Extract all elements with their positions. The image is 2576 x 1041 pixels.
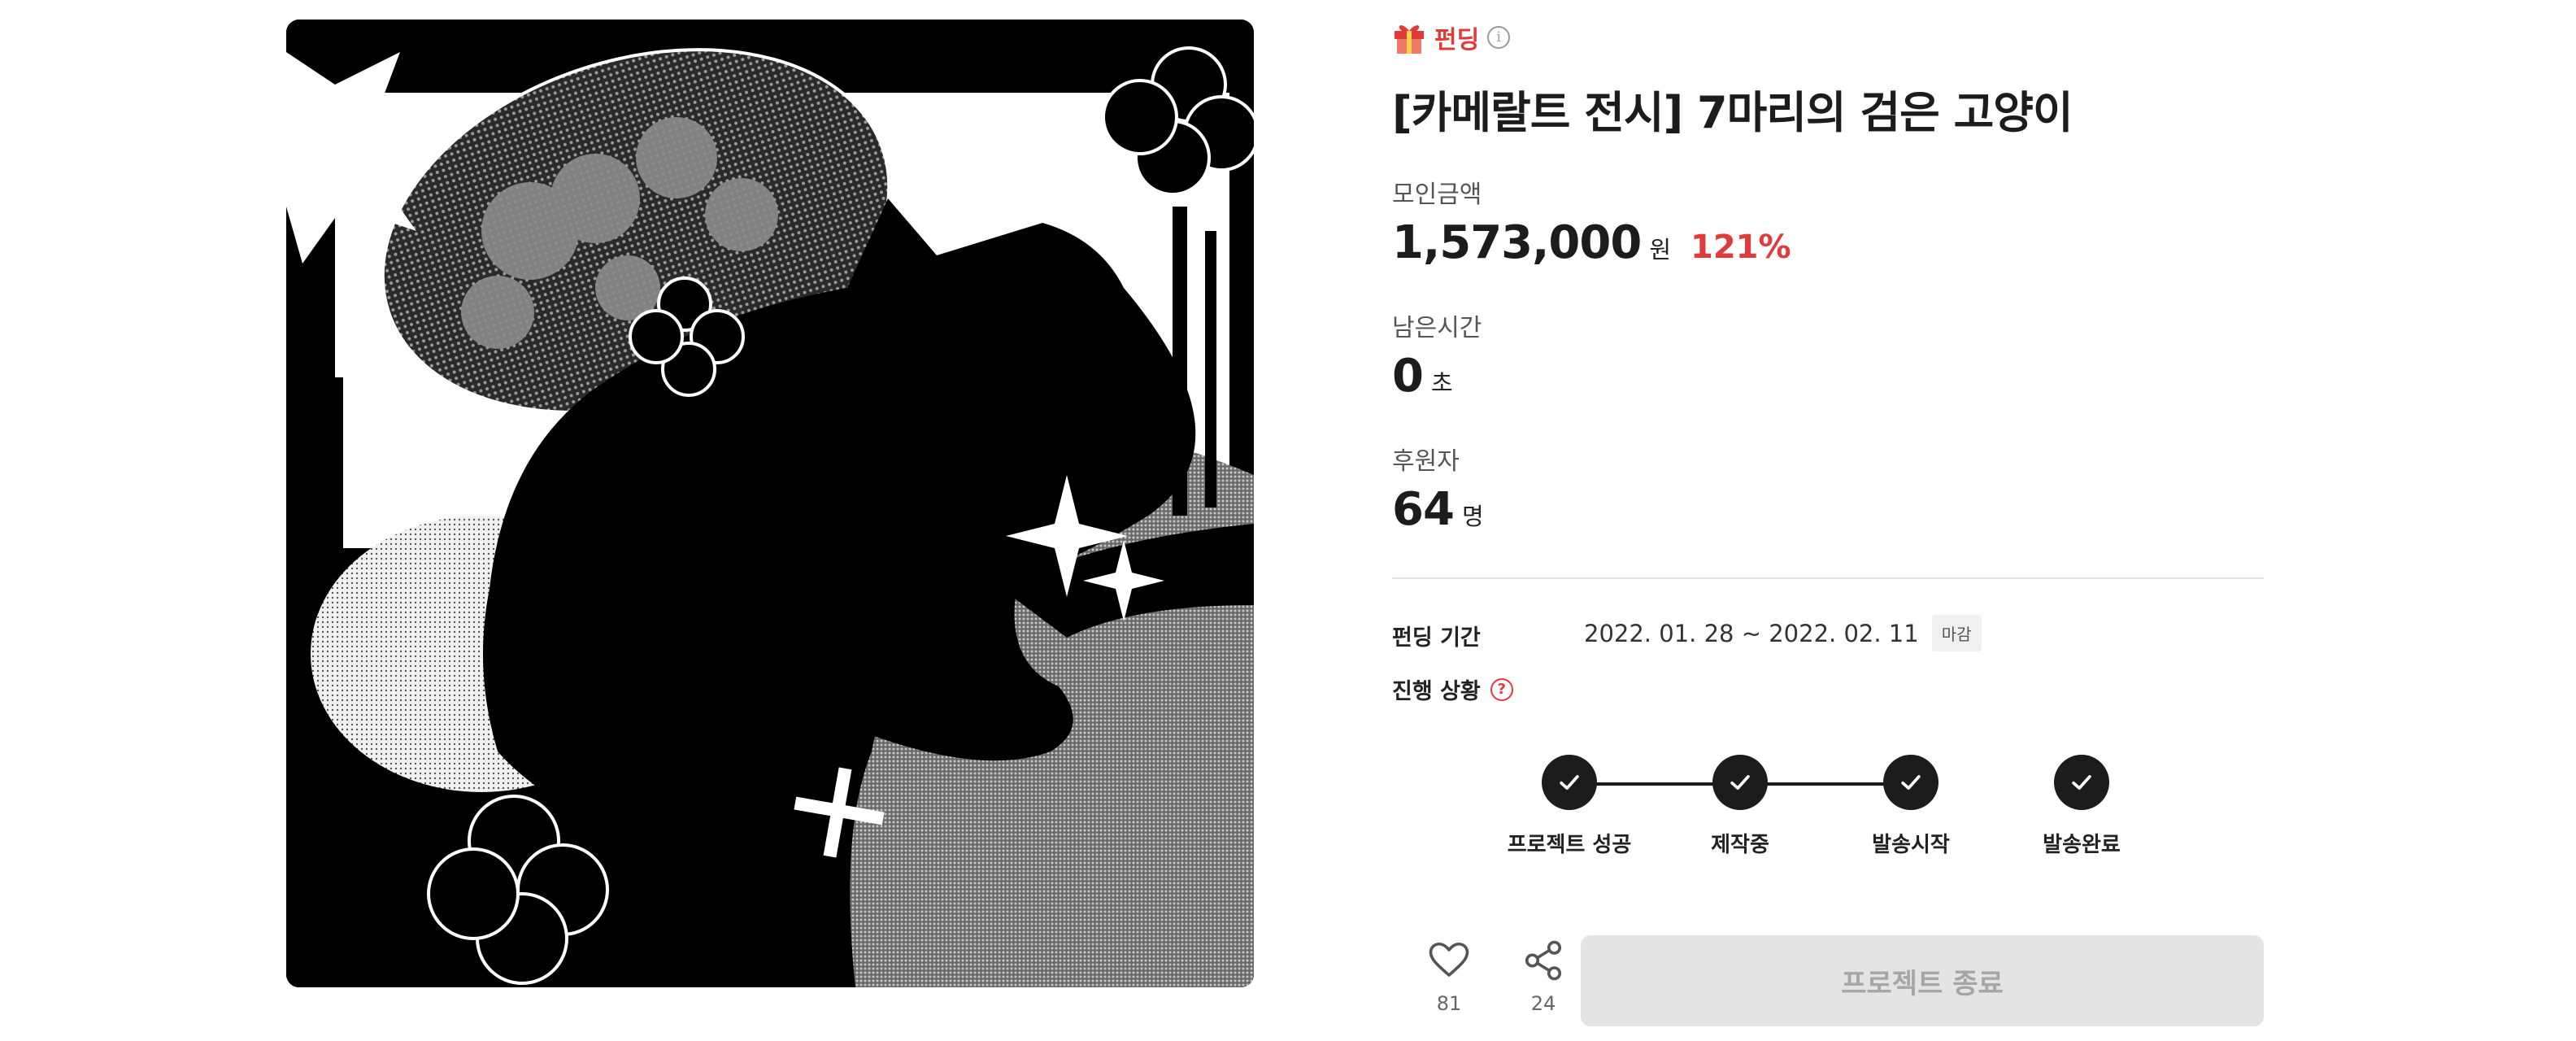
backers-value: 64 bbox=[1392, 483, 1455, 536]
check-icon bbox=[1712, 755, 1768, 810]
step-label: 발송시작 bbox=[1872, 833, 1950, 857]
status-label: 진행 상황 bbox=[1392, 679, 1481, 704]
amount-label: 모인금액 bbox=[1392, 181, 1482, 209]
backers-unit: 명 bbox=[1461, 503, 1484, 530]
amount-unit: 원 bbox=[1649, 236, 1671, 264]
gift-icon bbox=[1395, 25, 1424, 54]
check-icon bbox=[2054, 755, 2109, 810]
check-icon bbox=[1542, 755, 1597, 810]
time-value-row: 0 초 bbox=[1392, 350, 1453, 403]
period-status-badge: 마감 bbox=[1931, 615, 1982, 651]
heart-icon bbox=[1429, 942, 1469, 977]
period-label: 펀딩 기간 bbox=[1392, 625, 1481, 651]
amount-value: 1,573,000 bbox=[1392, 216, 1642, 269]
period-row: 2022. 01. 28 ~ 2022. 02. 11 마감 bbox=[1584, 615, 1982, 651]
info-icon[interactable]: i bbox=[1487, 26, 1511, 49]
divider bbox=[1392, 577, 2264, 579]
project-category: 펀딩 i bbox=[1392, 18, 1511, 57]
backers-label: 후원자 bbox=[1392, 447, 1460, 476]
amount-percent: 121% bbox=[1690, 229, 1791, 266]
like-button[interactable]: 81 bbox=[1416, 939, 1482, 1015]
project-ended-button[interactable]: 프로젝트 종료 bbox=[1581, 935, 2264, 1026]
share-count: 24 bbox=[1530, 992, 1556, 1015]
share-icon bbox=[1525, 940, 1562, 981]
category-label: 펀딩 bbox=[1434, 26, 1480, 54]
like-count: 81 bbox=[1436, 992, 1462, 1015]
time-unit: 초 bbox=[1430, 369, 1453, 397]
backers-value-row: 64 명 bbox=[1392, 483, 1484, 536]
step-label: 프로젝트 성공 bbox=[1507, 833, 1632, 857]
step-label: 제작중 bbox=[1711, 833, 1769, 857]
project-artwork bbox=[286, 20, 1254, 987]
period-value: 2022. 01. 28 ~ 2022. 02. 11 bbox=[1584, 619, 1919, 647]
project-info-panel: 펀딩 i [카메랄트 전시] 7마리의 검은 고양이 모인금액 1,573,00… bbox=[1392, 0, 2270, 1041]
step-label: 발송완료 bbox=[2043, 833, 2121, 857]
check-icon bbox=[1883, 755, 1939, 810]
step-shipping-complete: 발송완료 bbox=[1976, 755, 2187, 858]
amount-value-row: 1,573,000 원 121% bbox=[1392, 216, 1791, 269]
status-row: 진행 상황 ? bbox=[1392, 673, 1513, 705]
project-title: [카메랄트 전시] 7마리의 검은 고양이 bbox=[1392, 87, 2073, 138]
share-button[interactable]: 24 bbox=[1511, 939, 1576, 1015]
help-icon[interactable]: ? bbox=[1490, 677, 1513, 701]
time-value: 0 bbox=[1392, 350, 1424, 403]
time-label: 남은시간 bbox=[1392, 314, 1482, 342]
